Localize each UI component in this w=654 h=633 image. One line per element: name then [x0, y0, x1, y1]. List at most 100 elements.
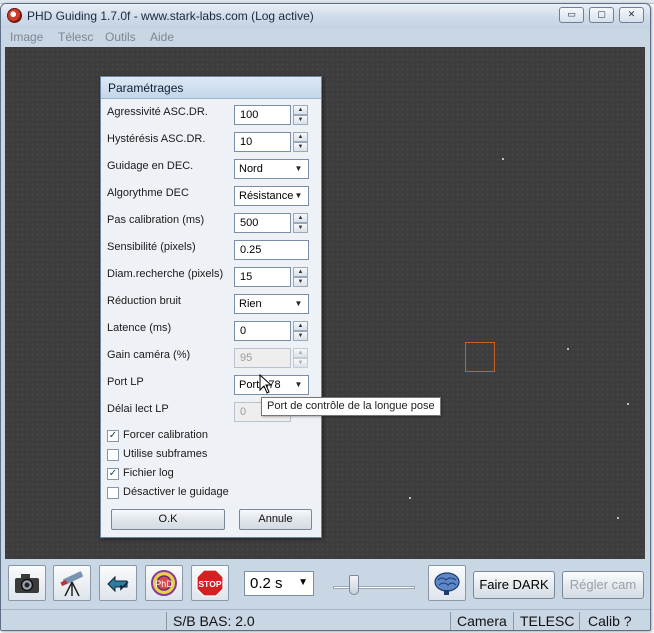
- checkbox-box[interactable]: [107, 487, 119, 499]
- spin-down-icon: ▼: [293, 358, 308, 368]
- telescope-button[interactable]: [53, 565, 91, 601]
- checkbox-label: Fichier log: [123, 467, 174, 479]
- guidage-dec-value: Nord: [239, 163, 263, 175]
- diam-recherche-input[interactable]: 15: [234, 267, 291, 287]
- star: [617, 517, 619, 519]
- algorythme-dec-label: Algorythme DEC: [107, 187, 189, 199]
- spin-down-icon[interactable]: ▼: [293, 115, 308, 125]
- reduction-bruit-value: Rien: [239, 298, 262, 310]
- telescope-icon: [60, 571, 84, 597]
- agressivite-spinner[interactable]: ▲ ▼: [293, 105, 308, 125]
- status-divider: [450, 612, 451, 630]
- hysteresis-label: Hystérésis ASC.DR.: [107, 133, 206, 145]
- sensibilite-input[interactable]: 0.25: [234, 240, 309, 260]
- spin-up-icon: ▲: [293, 348, 308, 358]
- menu-aide[interactable]: Aide: [150, 30, 174, 44]
- chevron-down-icon[interactable]: ▼: [291, 296, 306, 312]
- status-bar: S/B BAS: 2.0 Camera TELESC Calib ?: [1, 609, 650, 630]
- dialog-title: Paramétrages: [108, 81, 184, 95]
- chevron-down-icon[interactable]: ▼: [291, 377, 306, 393]
- algorythme-dec-value: Résistance: [239, 190, 294, 202]
- port-lp-label: Port LP: [107, 376, 144, 388]
- calibrate-button[interactable]: [99, 565, 137, 601]
- menu-image[interactable]: Image: [10, 30, 43, 44]
- menu-telesc[interactable]: Télesc: [58, 30, 93, 44]
- svg-text:PhD: PhD: [155, 579, 173, 589]
- chevron-down-icon[interactable]: ▼: [291, 161, 306, 177]
- star: [409, 497, 411, 499]
- window-title: PHD Guiding 1.7.0f - www.stark-labs.com …: [27, 9, 314, 23]
- latence-spinner[interactable]: ▲ ▼: [293, 321, 308, 341]
- gain-camera-input: 95: [234, 348, 291, 368]
- dialog-title-bar[interactable]: Paramétrages: [101, 77, 321, 99]
- exposure-value: 0.2 s: [250, 575, 283, 592]
- menu-outils[interactable]: Outils: [105, 30, 136, 44]
- spin-down-icon[interactable]: ▼: [293, 142, 308, 152]
- pas-calibration-spinner[interactable]: ▲ ▼: [293, 213, 308, 233]
- chevron-down-icon[interactable]: ▼: [298, 577, 308, 588]
- spin-down-icon[interactable]: ▼: [293, 331, 308, 341]
- spin-down-icon[interactable]: ▼: [293, 277, 308, 287]
- spin-down-icon[interactable]: ▼: [293, 223, 308, 233]
- checkbox-box[interactable]: ✓: [107, 430, 119, 442]
- gamma-slider-track[interactable]: [333, 586, 415, 589]
- port-lp-tooltip: Port de contrôle de la longue pose: [261, 397, 441, 416]
- reduction-bruit-label: Réduction bruit: [107, 295, 181, 307]
- spin-up-icon[interactable]: ▲: [293, 132, 308, 142]
- agressivite-input[interactable]: 100: [234, 105, 291, 125]
- reduction-bruit-dropdown[interactable]: Rien ▼: [234, 294, 309, 314]
- faire-dark-button[interactable]: Faire DARK: [473, 571, 555, 599]
- spin-up-icon[interactable]: ▲: [293, 321, 308, 331]
- minimize-button[interactable]: ▭: [559, 7, 584, 23]
- title-bar[interactable]: PHD Guiding 1.7.0f - www.stark-labs.com …: [1, 4, 650, 28]
- guidage-dec-label: Guidage en DEC.: [107, 160, 194, 172]
- annule-button[interactable]: Annule: [239, 509, 312, 530]
- snr-status: S/B BAS: 2.0: [173, 613, 255, 629]
- stop-button[interactable]: STOP: [191, 565, 229, 601]
- diam-recherche-label: Diam.recherche (pixels): [107, 268, 224, 280]
- latence-input[interactable]: 0: [234, 321, 291, 341]
- pas-calibration-input[interactable]: 500: [234, 213, 291, 233]
- gain-camera-label: Gain caméra (%): [107, 349, 191, 361]
- gamma-slider-thumb[interactable]: [349, 575, 359, 595]
- maximize-button[interactable]: ▢: [589, 7, 614, 23]
- agressivite-label: Agressivité ASC.DR.: [107, 106, 208, 118]
- pas-calibration-label: Pas calibration (ms): [107, 214, 205, 226]
- chevron-down-icon[interactable]: ▼: [291, 188, 306, 204]
- phd-guide-button[interactable]: PhD: [145, 565, 183, 601]
- mouse-cursor-icon: [259, 374, 273, 394]
- stop-text: STOP: [199, 579, 222, 589]
- loop-arrows-icon: [107, 575, 129, 593]
- spin-up-icon[interactable]: ▲: [293, 105, 308, 115]
- gain-camera-spinner: ▲ ▼: [293, 348, 308, 368]
- camera-icon: [15, 574, 39, 593]
- hysteresis-spinner[interactable]: ▲ ▼: [293, 132, 308, 152]
- close-button[interactable]: ✕: [619, 7, 644, 23]
- camera-status: Camera: [457, 613, 507, 629]
- loop-exposure-button[interactable]: [8, 565, 46, 601]
- brain-icon: [434, 572, 460, 595]
- phd-app-icon: [7, 8, 22, 23]
- sensibilite-label: Sensibilité (pixels): [107, 241, 196, 253]
- guidage-dec-dropdown[interactable]: Nord ▼: [234, 159, 309, 179]
- toolbar: PhD STOP 0.2 s ▼ Faire DARK Régler cam: [1, 560, 650, 608]
- checkbox-box[interactable]: [107, 449, 119, 461]
- spin-up-icon[interactable]: ▲: [293, 267, 308, 277]
- menu-bar: Image Télesc Outils Aide: [1, 28, 650, 46]
- exposure-duration-select[interactable]: 0.2 s ▼: [244, 571, 314, 596]
- diam-recherche-spinner[interactable]: ▲ ▼: [293, 267, 308, 287]
- ok-button[interactable]: O.K: [111, 509, 225, 530]
- phd-target-icon: PhD: [151, 570, 177, 596]
- star: [627, 403, 629, 405]
- checkbox-label: Forcer calibration: [123, 429, 208, 441]
- brain-settings-button[interactable]: [428, 565, 466, 601]
- checkbox-box[interactable]: ✓: [107, 468, 119, 480]
- algorythme-dec-dropdown[interactable]: Résistance ▼: [234, 186, 309, 206]
- star: [502, 158, 504, 160]
- parametrages-dialog: Paramétrages Agressivité ASC.DR. 100 ▲ ▼ …: [100, 76, 322, 538]
- latence-label: Latence (ms): [107, 322, 172, 334]
- checkbox-label: Utilise subframes: [123, 448, 208, 460]
- delai-lect-lp-label: Délai lect LP: [107, 403, 169, 415]
- spin-up-icon[interactable]: ▲: [293, 213, 308, 223]
- hysteresis-input[interactable]: 10: [234, 132, 291, 152]
